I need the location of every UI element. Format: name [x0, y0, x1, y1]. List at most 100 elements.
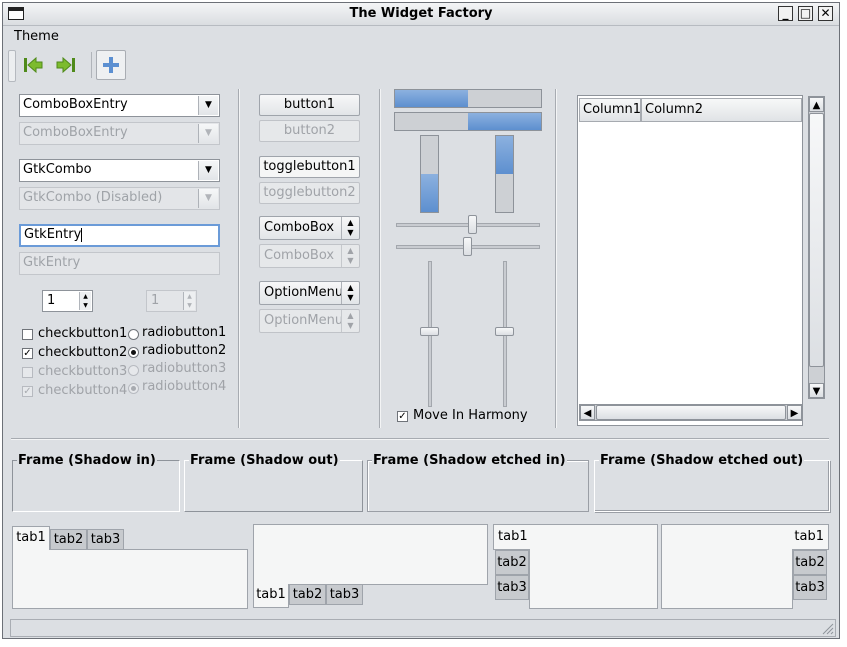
checkbutton3-label: checkbutton3 [38, 364, 128, 379]
chevron-down-icon[interactable]: ▼ [198, 161, 218, 180]
vscale-2-thumb[interactable] [495, 327, 514, 336]
vprogress-ttb [495, 135, 514, 213]
toolbar-separator [91, 52, 92, 78]
optionmenu1[interactable]: OptionMenu ▲ ▼ [259, 281, 360, 305]
notebook-left-tab3[interactable]: tab3 [495, 575, 529, 600]
toolbar [3, 48, 839, 84]
button1[interactable]: button1 [259, 94, 360, 116]
notebook-right-tab3[interactable]: tab3 [793, 575, 827, 600]
column2-header[interactable]: Column2 [641, 98, 802, 122]
notebook-top-tab3[interactable]: tab3 [87, 529, 124, 550]
notebook-left-tab1[interactable]: tab1 [493, 524, 530, 550]
vprogress-ttb-fill [496, 136, 513, 174]
up-down-arrows-icon: ▲ ▼ [341, 245, 359, 267]
combo-box-entry-disabled-value: ComboBoxEntry [23, 125, 128, 140]
button2: button2 [259, 120, 360, 142]
checkbutton4-label: checkbutton4 [38, 383, 128, 398]
checkbutton2-label[interactable]: checkbutton2 [38, 345, 127, 360]
spin-arrows-icon[interactable]: ▲ ▼ [79, 292, 91, 310]
radiobutton1-label[interactable]: radiobutton1 [142, 325, 226, 340]
menubar: Theme [3, 26, 839, 46]
go-first-button[interactable] [20, 52, 46, 78]
checkbutton1-box[interactable] [22, 329, 33, 340]
chevron-down-icon: ▼ [198, 189, 218, 208]
status-bar [10, 619, 836, 637]
horizontal-scrollbar[interactable]: ◀ ▶ [579, 404, 803, 421]
move-in-harmony-check[interactable]: ✓ [397, 411, 408, 422]
column-separator [379, 89, 381, 428]
combobox1[interactable]: ComboBox ▲ ▼ [259, 216, 360, 240]
notebook-top-tab1[interactable]: tab1 [12, 526, 50, 550]
radiobutton2-circle[interactable] [128, 347, 139, 358]
horizontal-separator [11, 438, 829, 440]
notebook-top-tab2[interactable]: tab2 [50, 529, 87, 550]
checkbutton3-box [22, 367, 33, 378]
togglebutton1[interactable]: togglebutton1 [259, 156, 360, 178]
frame-shadow-in-label: Frame (Shadow in) [17, 453, 157, 468]
scroll-left-icon[interactable]: ◀ [580, 405, 595, 420]
add-button[interactable] [96, 50, 126, 80]
notebook-left-tab2[interactable]: tab2 [495, 550, 529, 575]
vertical-scroll-thumb[interactable] [809, 113, 824, 367]
gtk-entry-disabled-value: GtkEntry [23, 255, 81, 270]
spin-arrows-icon: ▲ ▼ [183, 292, 195, 310]
resize-grip-icon[interactable] [820, 621, 834, 635]
spin-button-value: 1 [47, 293, 56, 308]
gtk-combo-disabled: GtkCombo (Disabled) ▼ [19, 187, 220, 210]
radiobutton1-circle[interactable] [128, 329, 139, 340]
notebook-right-tab2[interactable]: tab2 [793, 550, 827, 575]
notebook-bottom-tab2[interactable]: tab2 [289, 584, 326, 605]
radiobutton2-label[interactable]: radiobutton2 [142, 343, 226, 358]
hprogress-rtl [394, 112, 542, 131]
scroll-down-icon[interactable]: ▼ [809, 383, 824, 398]
notebook-top-page [12, 549, 248, 609]
notebook-bottom-page [253, 524, 488, 585]
combobox1-value: ComboBox [264, 220, 335, 235]
scroll-right-icon[interactable]: ▶ [787, 405, 802, 420]
combo-box-entry[interactable]: ComboBoxEntry ▼ [19, 94, 220, 117]
frame-shadow-in: Frame (Shadow in) [12, 453, 180, 512]
move-in-harmony-label[interactable]: Move In Harmony [413, 408, 528, 423]
go-first-icon [24, 56, 43, 74]
add-icon [103, 57, 119, 73]
go-last-icon [56, 56, 75, 74]
radiobutton4-circle [128, 383, 139, 394]
vprogress-btt [420, 135, 439, 213]
toolbar-grip[interactable] [8, 50, 16, 82]
spin-button[interactable]: 1 ▲ ▼ [42, 290, 93, 312]
vscale-1-thumb[interactable] [420, 327, 439, 336]
chevron-down-icon[interactable]: ▼ [198, 96, 218, 115]
close-button[interactable]: ✕ [818, 6, 833, 21]
spin-button-disabled-value: 1 [151, 293, 160, 308]
hscale-2-thumb[interactable] [463, 237, 472, 256]
horizontal-scroll-thumb[interactable] [596, 405, 786, 420]
column1-header[interactable]: Column1 [579, 98, 641, 122]
column-separator [555, 89, 557, 428]
tree-view[interactable]: Column1 Column2 [577, 95, 803, 426]
minimize-button[interactable]: _ [778, 6, 793, 21]
menu-theme[interactable]: Theme [14, 29, 59, 44]
notebook-right-tab1[interactable]: tab1 [792, 524, 829, 550]
hscale-1-thumb[interactable] [468, 215, 477, 234]
combo-box-entry-disabled: ComboBoxEntry ▼ [19, 122, 220, 145]
frame-shadow-etched-in-label: Frame (Shadow etched in) [372, 453, 567, 468]
main-window: The Widget Factory _ □ ✕ Theme ComboBoxE… [2, 2, 840, 639]
go-last-button[interactable] [53, 52, 79, 78]
notebook-left-page [529, 524, 658, 609]
checkbutton2-box[interactable]: ✓ [22, 348, 33, 359]
close-icon: ✕ [820, 6, 831, 20]
hprogress-ltr-fill [395, 90, 468, 107]
optionmenu2: OptionMenu ▲ ▼ [259, 309, 360, 333]
notebook-bottom-tab1[interactable]: tab1 [253, 584, 289, 608]
radiobutton3-circle [128, 365, 139, 376]
gtk-entry[interactable]: GtkEntry [19, 224, 220, 247]
maximize-button[interactable]: □ [798, 6, 813, 21]
scroll-up-icon[interactable]: ▲ [809, 97, 824, 112]
combobox2-value: ComboBox [264, 248, 335, 263]
checkbutton1-label[interactable]: checkbutton1 [38, 326, 127, 341]
vertical-scrollbar[interactable]: ▲ ▼ [808, 96, 825, 399]
window-title: The Widget Factory [349, 6, 493, 21]
notebook-bottom-tab3[interactable]: tab3 [326, 584, 363, 605]
hprogress-ltr [394, 89, 542, 108]
gtk-combo[interactable]: GtkCombo ▼ [19, 159, 220, 182]
